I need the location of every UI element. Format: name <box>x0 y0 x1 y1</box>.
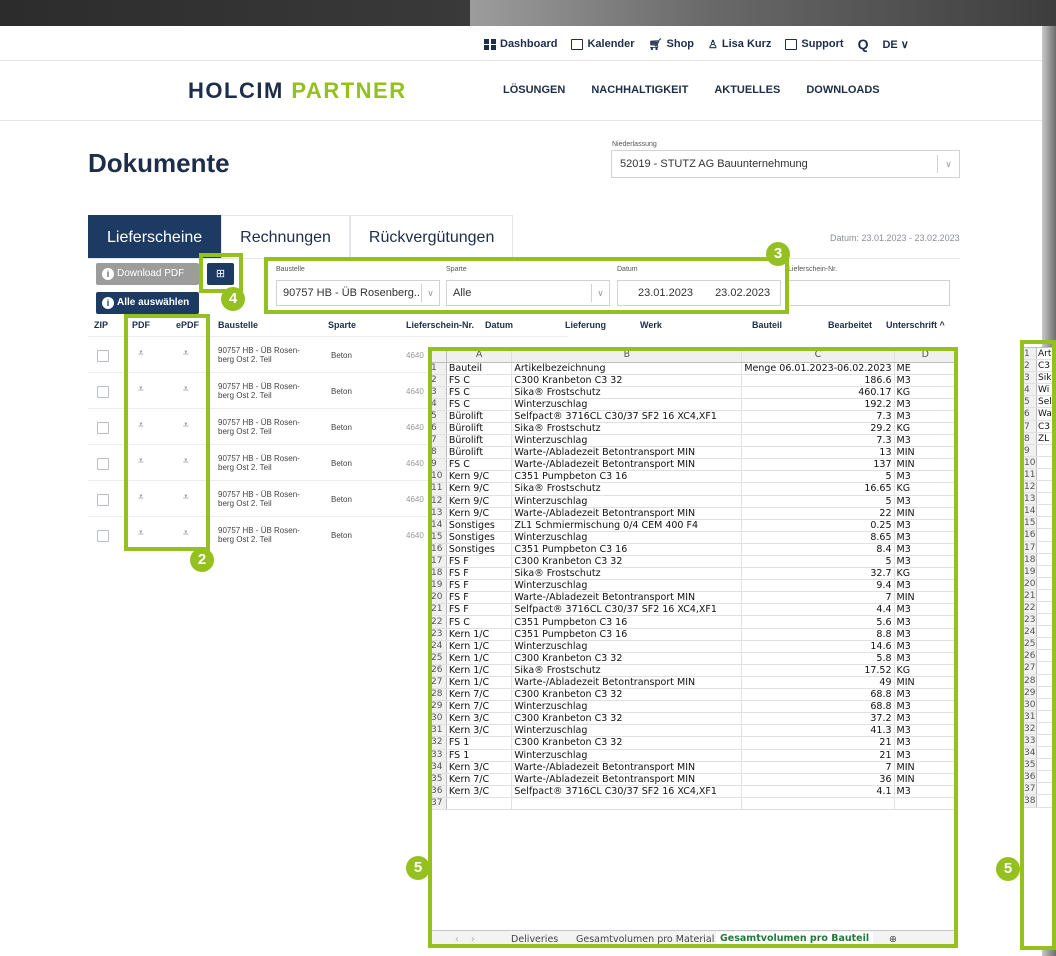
mail-icon <box>785 38 798 50</box>
nav-loesungen[interactable]: LÖSUNGEN <box>503 84 565 96</box>
niederlassung-select[interactable]: 52019 - STUTZ AG Bauunternehmung ∨ <box>611 150 960 178</box>
row-baustelle: 90757 HB - ÜB Rosen-berg Ost 2. Teil <box>218 418 300 436</box>
col-unterschrift[interactable]: Unterschrift ^ <box>886 320 945 330</box>
select-all-button[interactable]: i Alle auswählen <box>96 292 199 314</box>
row-sparte: Beton <box>331 351 352 360</box>
col-bauteil[interactable]: Bauteil <box>752 320 782 330</box>
row-nr: 4640 <box>406 351 424 360</box>
language-select[interactable]: DE ∨ <box>882 36 908 52</box>
row-nr: 4640 <box>406 531 424 540</box>
logo-holcim: HOLCIM <box>188 78 284 103</box>
row-baustelle: 90757 HB - ÜB Rosen-berg Ost 2. Teil <box>218 490 300 508</box>
col-datum[interactable]: Datum <box>485 320 513 330</box>
nav-nachhaltigkeit[interactable]: NACHHALTIGKEIT <box>591 84 688 96</box>
zip-checkbox[interactable] <box>97 458 109 470</box>
language-label: DE ∨ <box>882 38 909 51</box>
tab-bar: Lieferscheine Rechnungen Rückvergütungen <box>88 215 514 258</box>
col-baustelle[interactable]: Baustelle <box>218 320 258 330</box>
col-sparte[interactable]: Sparte <box>328 320 356 330</box>
row-sparte: Beton <box>331 531 352 540</box>
calendar-icon <box>571 38 584 50</box>
header-divider <box>0 120 1042 121</box>
zip-checkbox[interactable] <box>97 530 109 542</box>
util-label: Kalender <box>587 38 635 50</box>
top-strip <box>0 0 1056 26</box>
badge-5: 5 <box>996 857 1020 881</box>
highlight-excel <box>428 347 958 948</box>
badge-5: 5 <box>406 856 430 880</box>
col-werk[interactable]: Werk <box>640 320 662 330</box>
zip-checkbox[interactable] <box>97 350 109 362</box>
select-all-label: Alle auswählen <box>117 297 190 308</box>
logo-partner: PARTNER <box>291 78 407 103</box>
util-label: Dashboard <box>500 38 558 50</box>
lieferschein-input[interactable] <box>788 280 950 306</box>
top-strip-sheen <box>470 0 1056 26</box>
zip-checkbox[interactable] <box>97 422 109 434</box>
grid-icon <box>484 38 496 50</box>
page-title: Dokumente <box>88 148 230 178</box>
row-baustelle: 90757 HB - ÜB Rosen-berg Ost 2. Teil <box>218 526 300 544</box>
row-sparte: Beton <box>331 387 352 396</box>
row-baustelle: 90757 HB - ÜB Rosen-berg Ost 2. Teil <box>218 382 300 400</box>
row-nr: 4640 <box>406 387 424 396</box>
niederlassung-label: Niederlassung <box>612 141 657 148</box>
badge-4: 4 <box>221 287 245 311</box>
zip-checkbox[interactable] <box>97 386 109 398</box>
row-sparte: Beton <box>331 459 352 468</box>
highlight-excel-secondary <box>1020 340 1056 950</box>
badge-3: 3 <box>766 242 790 266</box>
user-icon: ♙ <box>708 38 718 51</box>
util-support[interactable]: Support <box>785 36 844 52</box>
tab-rueckverguetungen[interactable]: Rückvergütungen <box>349 215 514 258</box>
chevron-down-icon: ∨ <box>937 155 959 173</box>
table-header: ZIP PDF ePDF Baustelle Sparte Liefersche… <box>88 320 960 334</box>
col-lieferschein[interactable]: Lieferschein-Nr. <box>406 320 474 330</box>
util-dashboard[interactable]: Dashboard <box>484 36 557 52</box>
util-shop[interactable]: 🛒︎ Shop <box>649 36 694 52</box>
search-button[interactable]: Q <box>858 36 869 52</box>
highlight-filters <box>264 257 789 314</box>
tab-rechnungen[interactable]: Rechnungen <box>221 215 350 258</box>
row-baustelle: 90757 HB - ÜB Rosen-berg Ost 2. Teil <box>218 454 300 472</box>
col-zip[interactable]: ZIP <box>94 320 108 330</box>
download-pdf-button[interactable]: i Download PDF <box>96 263 199 285</box>
row-baustelle: 90757 HB - ÜB Rosen-berg Ost 2. Teil <box>218 346 300 364</box>
cart-icon: 🛒︎ <box>648 38 663 51</box>
row-nr: 4640 <box>406 423 424 432</box>
row-nr: 4640 <box>406 495 424 504</box>
date-range: Datum: 23.01.2023 - 23.02.2023 <box>830 233 960 243</box>
info-icon: i <box>102 297 114 309</box>
logo[interactable]: HOLCIM PARTNER <box>188 78 407 104</box>
util-label: Shop <box>666 38 695 50</box>
search-icon: Q <box>857 36 869 52</box>
nav-aktuelles[interactable]: AKTUELLES <box>714 84 780 96</box>
row-sparte: Beton <box>331 423 352 432</box>
row-sparte: Beton <box>331 495 352 504</box>
niederlassung-value: 52019 - STUTZ AG Bauunternehmung <box>620 158 808 170</box>
col-lieferung[interactable]: Lieferung <box>565 320 606 330</box>
highlight-pdf-columns <box>124 314 210 551</box>
row-nr: 4640 <box>406 459 424 468</box>
main-nav: LÖSUNGEN NACHHALTIGKEIT AKTUELLES DOWNLO… <box>503 84 880 96</box>
badge-2: 2 <box>190 548 214 572</box>
header-divider <box>0 60 1042 61</box>
info-icon: i <box>102 268 114 280</box>
nav-downloads[interactable]: DOWNLOADS <box>806 84 879 96</box>
util-kalender[interactable]: Kalender <box>571 36 635 52</box>
col-bearbeitet[interactable]: Bearbeitet <box>828 320 872 330</box>
tab-lieferscheine[interactable]: Lieferscheine <box>88 215 222 258</box>
utility-nav: Dashboard Kalender 🛒︎ Shop ♙ Lisa Kurz Sup… <box>484 36 909 52</box>
lieferschein-label: Lieferschein-Nr. <box>788 266 838 273</box>
util-label: Support <box>801 38 844 50</box>
zip-checkbox[interactable] <box>97 494 109 506</box>
util-user[interactable]: ♙ Lisa Kurz <box>708 36 771 52</box>
util-label: Lisa Kurz <box>721 38 772 50</box>
download-pdf-label: Download PDF <box>117 268 185 279</box>
